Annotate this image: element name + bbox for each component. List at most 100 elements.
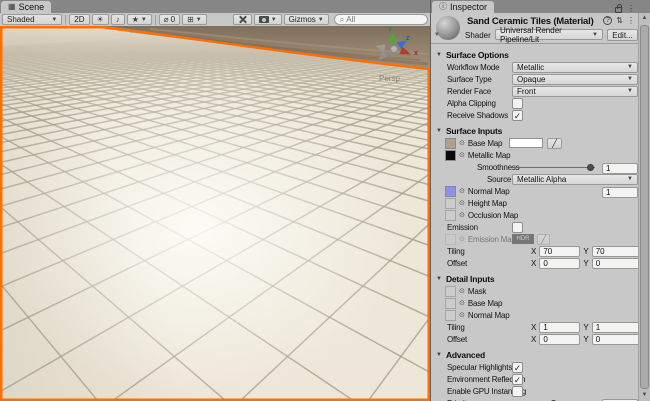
- section-surface-options: ▼ Surface Options Workflow Mode Metallic…: [431, 49, 638, 121]
- gizmo-axis-negative[interactable]: [375, 50, 389, 64]
- scene-lighting-toggle[interactable]: ☀: [91, 14, 109, 25]
- specular-highlights-label: Specular Highlights: [447, 362, 513, 372]
- gpu-instancing-checkbox[interactable]: [512, 385, 523, 397]
- emission-map-thumbnail: [445, 233, 456, 245]
- object-picker-icon[interactable]: ⊙: [459, 300, 465, 307]
- gizmo-x-label: x: [414, 50, 418, 57]
- base-map-thumbnail[interactable]: [445, 137, 456, 149]
- occlusion-map-thumbnail[interactable]: [445, 209, 456, 221]
- section-title: Surface Inputs: [445, 126, 503, 136]
- chevron-down-icon: ▼: [270, 16, 277, 23]
- specular-highlights-checkbox[interactable]: ✓: [512, 361, 523, 373]
- alpha-clipping-label: Alpha Clipping: [447, 98, 496, 108]
- metallic-map-thumbnail[interactable]: [445, 149, 456, 161]
- base-color-swatch[interactable]: [509, 138, 543, 148]
- mask-thumbnail[interactable]: [445, 285, 456, 297]
- tab-inspector[interactable]: ⓘ Inspector: [432, 1, 495, 13]
- normal-map-thumbnail[interactable]: [445, 185, 456, 197]
- surface-type-row: Surface Type Opaque ▼: [431, 73, 638, 85]
- render-face-dropdown[interactable]: Front ▼: [512, 85, 638, 97]
- smoothness-slider[interactable]: [512, 162, 595, 173]
- object-picker-icon[interactable]: ⊙: [459, 312, 465, 319]
- scroll-up-icon[interactable]: ▲: [639, 13, 650, 24]
- object-picker-icon[interactable]: ⊙: [459, 288, 465, 295]
- kebab-menu-icon[interactable]: ⋮: [627, 16, 635, 25]
- detail-normal-map-thumbnail[interactable]: [445, 309, 456, 321]
- surface-options-header[interactable]: ▼ Surface Options: [431, 49, 638, 61]
- terrain-and-selection-outline: [0, 26, 430, 401]
- offset-x-field[interactable]: [539, 257, 581, 269]
- detail-inputs-header[interactable]: ▼ Detail Inputs: [431, 273, 638, 285]
- scene-search-field[interactable]: ⌕: [333, 14, 428, 25]
- smoothness-row: Smoothness: [431, 161, 638, 174]
- lightbulb-icon: ☀: [96, 14, 104, 24]
- scene-visibility-toggle[interactable]: ⌀ 0: [158, 14, 181, 25]
- metallic-map-label: Metallic Map: [467, 150, 511, 160]
- surface-inputs-header[interactable]: ▼ Surface Inputs: [431, 125, 638, 137]
- emission-checkbox[interactable]: [512, 221, 523, 233]
- help-icon[interactable]: ?: [603, 16, 613, 25]
- component-tools-button[interactable]: [232, 14, 252, 25]
- detail-offset-x-field[interactable]: [539, 333, 581, 345]
- scene-effects-dropdown[interactable]: ★ ▼: [126, 14, 152, 25]
- gizmos-dropdown[interactable]: Gizmos ▼: [283, 14, 329, 25]
- receive-shadows-checkbox[interactable]: ✓: [512, 109, 523, 121]
- tiling-x-field[interactable]: [539, 245, 581, 257]
- priority-slider[interactable]: [512, 398, 595, 401]
- kebab-menu-icon[interactable]: ⋮: [627, 4, 635, 13]
- environment-reflection-checkbox[interactable]: ✓: [512, 373, 523, 385]
- shader-dropdown[interactable]: Universal Render Pipeline/Lit ▼: [495, 26, 603, 44]
- surface-type-dropdown[interactable]: Opaque ▼: [512, 73, 638, 85]
- advanced-header[interactable]: ▼ Advanced: [431, 349, 638, 361]
- object-picker-icon[interactable]: ⊙: [459, 200, 465, 207]
- detail-tiling-x-field[interactable]: [539, 321, 581, 333]
- grid-visibility-dropdown[interactable]: ⊞ ▼: [182, 14, 207, 25]
- scene-viewport[interactable]: y z x Persp: [0, 26, 430, 401]
- scene-audio-toggle[interactable]: ♪: [110, 14, 125, 25]
- presets-icon[interactable]: ⇅: [616, 16, 623, 25]
- gizmo-axis-negative[interactable]: [374, 42, 386, 52]
- tab-scene[interactable]: ▦ Scene: [1, 1, 52, 13]
- detail-base-map-thumbnail[interactable]: [445, 297, 456, 309]
- receive-shadows-row: Receive Shadows ✓: [431, 109, 638, 121]
- shading-mode-dropdown[interactable]: Shaded ▼: [2, 14, 63, 25]
- edit-shader-button[interactable]: Edit...: [607, 29, 638, 41]
- section-surface-inputs: ▼ Surface Inputs ⊙ Base Map ╱ ⊙ Metallic…: [431, 125, 650, 269]
- object-picker-icon[interactable]: ⊙: [459, 188, 465, 195]
- emission-map-row: ⊙ Emission Map HDR ╱: [431, 233, 638, 245]
- search-icon: ⌕: [339, 14, 345, 24]
- preview-foldout-icon[interactable]: ▼: [434, 32, 440, 38]
- alpha-clipping-checkbox[interactable]: [512, 97, 523, 109]
- scrollbar-thumb[interactable]: [640, 25, 649, 389]
- gizmo-center-cube[interactable]: [390, 45, 398, 53]
- offset-label: Offset: [447, 258, 467, 268]
- gizmo-x-axis[interactable]: [399, 46, 413, 59]
- detail-base-map-row: ⊙ Base Map: [431, 297, 638, 309]
- scene-camera-dropdown[interactable]: ▼: [253, 14, 282, 25]
- audio-icon: ♪: [115, 14, 120, 24]
- toolbar-separator: [65, 14, 67, 25]
- camera-projection-label[interactable]: Persp: [379, 74, 400, 83]
- slider-thumb[interactable]: [587, 163, 594, 171]
- workflow-mode-row: Workflow Mode Metallic ▼: [431, 61, 638, 73]
- search-input[interactable]: [346, 15, 417, 24]
- height-map-thumbnail[interactable]: [445, 197, 456, 209]
- workflow-mode-dropdown[interactable]: Metallic ▼: [512, 61, 638, 73]
- render-face-value: Front: [517, 86, 536, 96]
- object-picker-icon[interactable]: ⊙: [459, 212, 465, 219]
- material-header: Sand Ceramic Tiles (Material) ? ⇅ ⋮ ▼ Sh…: [431, 13, 638, 44]
- object-picker-icon[interactable]: ⊙: [459, 152, 465, 159]
- x-axis-label: X: [531, 334, 537, 344]
- gizmo-y-axis[interactable]: [389, 32, 397, 43]
- section-title: Surface Options: [445, 50, 509, 60]
- source-value: Metallic Alpha: [517, 174, 567, 184]
- shader-value: Universal Render Pipeline/Lit: [500, 25, 562, 44]
- object-picker-icon[interactable]: ⊙: [459, 140, 465, 147]
- tiling-label: Tiling: [447, 322, 465, 332]
- chevron-down-icon: ▼: [627, 64, 633, 70]
- y-axis-label: Y: [583, 334, 589, 344]
- scroll-down-icon[interactable]: ▼: [639, 390, 650, 401]
- inspector-scrollbar[interactable]: ▲ ▼: [638, 13, 650, 401]
- eyedropper-icon[interactable]: ╱: [547, 137, 562, 149]
- toggle-2d-button[interactable]: 2D: [69, 14, 90, 25]
